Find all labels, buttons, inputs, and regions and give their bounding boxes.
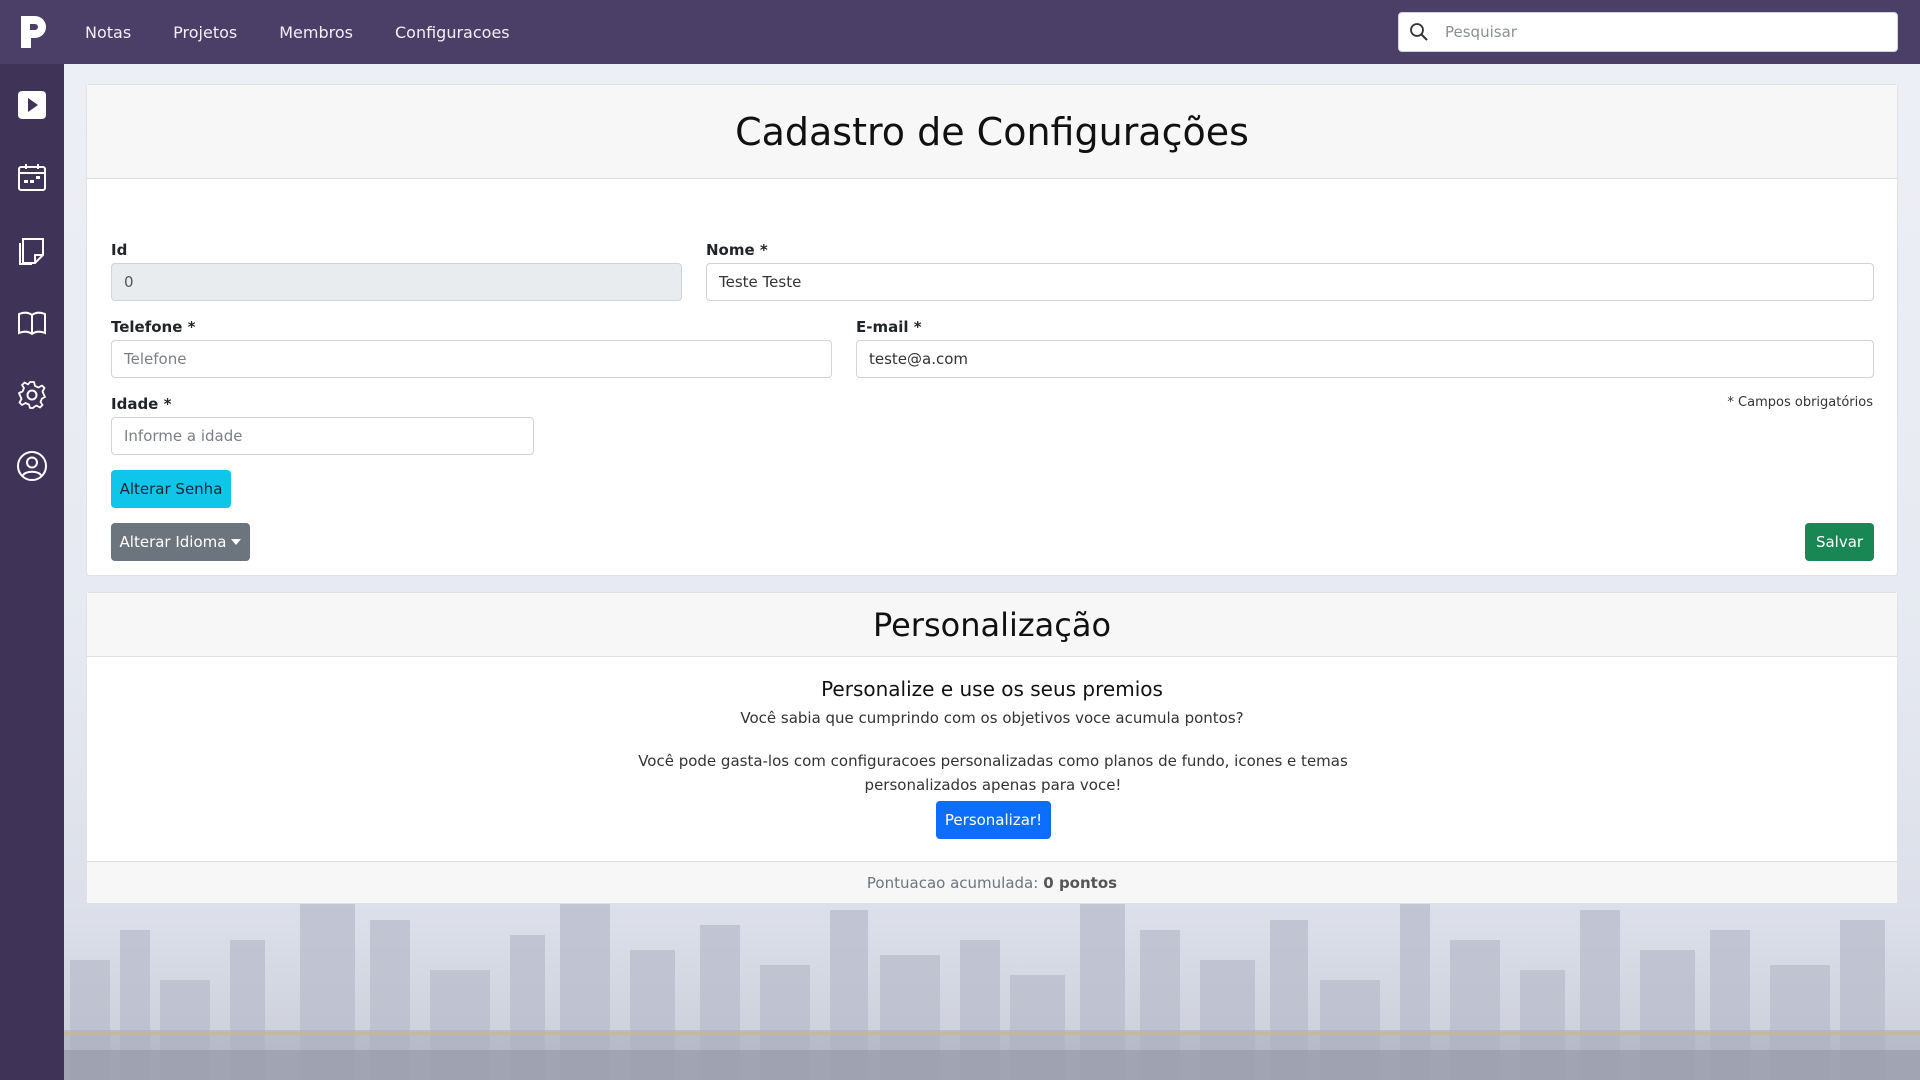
personalization-card-header: Personalização bbox=[87, 593, 1897, 657]
nav-projetos[interactable]: Projetos bbox=[152, 23, 258, 42]
search-input[interactable] bbox=[1439, 23, 1879, 41]
points-label: Pontuacao acumulada: bbox=[866, 873, 1039, 892]
settings-form-card: Cadastro de Configurações Id Nome * Tele… bbox=[86, 84, 1898, 576]
notes-icon[interactable] bbox=[13, 232, 51, 270]
personalize-label: Personalizar! bbox=[944, 811, 1043, 829]
idade-label: Idade * bbox=[111, 395, 172, 413]
page-title: Cadastro de Configurações bbox=[735, 109, 1249, 154]
points-value: 0 pontos bbox=[1043, 873, 1118, 892]
app-logo-icon[interactable] bbox=[18, 14, 48, 50]
book-icon[interactable] bbox=[13, 304, 51, 342]
nav-configuracoes[interactable]: Configuracoes bbox=[374, 23, 531, 42]
personalization-text-1: Você sabia que cumprindo com os objetivo… bbox=[740, 709, 1244, 727]
caret-down-icon bbox=[231, 539, 242, 545]
search-icon[interactable] bbox=[1399, 13, 1439, 51]
required-fields-note: * Campos obrigatórios bbox=[1727, 395, 1873, 410]
settings-card-header: Cadastro de Configurações bbox=[87, 85, 1897, 179]
personalization-title: Personalização bbox=[872, 605, 1112, 644]
personalize-button[interactable]: Personalizar! bbox=[936, 801, 1051, 839]
main-nav: Notas Projetos Membros Configuracoes bbox=[64, 0, 531, 64]
nav-notas[interactable]: Notas bbox=[64, 23, 152, 42]
change-password-button[interactable]: Alterar Senha bbox=[111, 470, 231, 508]
user-icon[interactable] bbox=[13, 447, 51, 485]
email-label: E-mail * bbox=[856, 318, 922, 336]
sidebar bbox=[0, 64, 64, 1080]
search-box bbox=[1398, 12, 1898, 52]
gear-icon[interactable] bbox=[13, 376, 51, 414]
personalization-body: Personalize e use os seus premios Você s… bbox=[87, 657, 1897, 863]
id-label: Id bbox=[111, 241, 128, 259]
nav-membros[interactable]: Membros bbox=[258, 23, 374, 42]
idade-field[interactable] bbox=[111, 417, 534, 455]
nome-field[interactable] bbox=[706, 263, 1874, 301]
id-field[interactable] bbox=[111, 263, 682, 301]
play-icon[interactable] bbox=[13, 86, 51, 124]
save-label: Salvar bbox=[1815, 533, 1864, 551]
email-field[interactable] bbox=[856, 340, 1874, 378]
change-language-dropdown[interactable]: Alterar Idioma bbox=[111, 523, 250, 561]
nome-label: Nome * bbox=[706, 241, 768, 259]
personalization-card: Personalização Personalize e use os seus… bbox=[86, 592, 1898, 904]
calendar-icon[interactable] bbox=[13, 158, 51, 196]
personalization-subtitle: Personalize e use os seus premios bbox=[821, 677, 1163, 701]
telefone-field[interactable] bbox=[111, 340, 832, 378]
points-footer: Pontuacao acumulada: 0 pontos bbox=[87, 861, 1897, 903]
change-language-label: Alterar Idioma bbox=[119, 533, 227, 551]
city-skyline-image bbox=[0, 880, 1920, 1080]
telefone-label: Telefone * bbox=[111, 318, 196, 336]
change-password-label: Alterar Senha bbox=[119, 480, 223, 498]
top-navbar: Notas Projetos Membros Configuracoes bbox=[0, 0, 1920, 64]
save-button[interactable]: Salvar bbox=[1805, 523, 1874, 561]
personalization-text-2: Você pode gasta-los com configuracoes pe… bbox=[638, 752, 1348, 794]
